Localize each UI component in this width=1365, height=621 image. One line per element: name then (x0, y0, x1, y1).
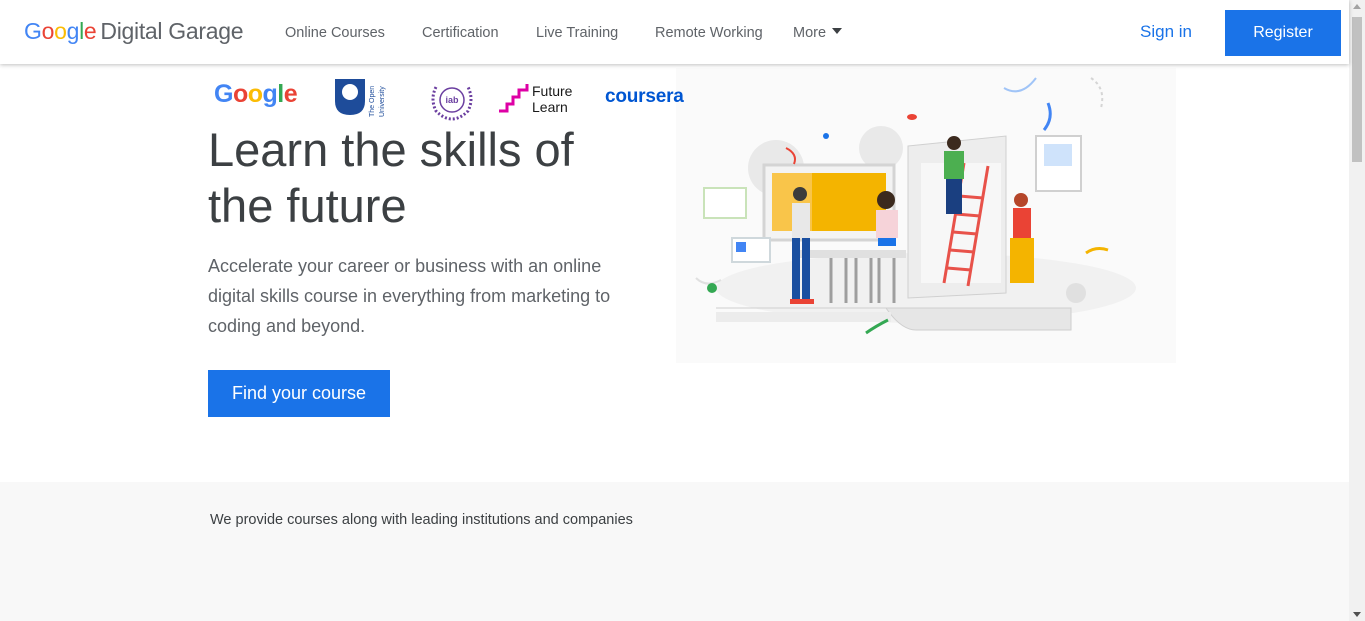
svg-text:Future: Future (532, 83, 573, 99)
coursera-logo: coursera (605, 86, 684, 107)
sign-in-link[interactable]: Sign in (1140, 22, 1192, 42)
futurelearn-logo: Future Learn (499, 83, 573, 115)
iab-logo: iab (431, 86, 473, 121)
nav-remote-working[interactable]: Remote Working (655, 25, 763, 41)
svg-text:Learn: Learn (532, 99, 568, 115)
nav-certification[interactable]: Certification (422, 25, 499, 41)
svg-text:The Open: The Open (369, 86, 376, 117)
find-your-course-button[interactable]: Find your course (208, 370, 390, 417)
svg-text:University: University (379, 86, 386, 117)
open-university-logo: The Open University (335, 79, 386, 117)
hero-title: Learn the skills of the future (208, 123, 574, 232)
top-navigation-bar: Google Digital Garage Online Courses Cert… (0, 0, 1349, 64)
scroll-up-arrow-icon[interactable] (1353, 4, 1361, 9)
scroll-down-arrow-icon[interactable] (1353, 612, 1361, 617)
svg-text:iab: iab (445, 95, 459, 105)
scrollbar-thumb[interactable] (1352, 17, 1362, 162)
nav-online-courses[interactable]: Online Courses (285, 25, 385, 41)
nav-live-training[interactable]: Live Training (536, 25, 618, 41)
google-logo: Google (214, 80, 298, 108)
register-button[interactable]: Register (1225, 10, 1341, 56)
page-scrollbar[interactable] (1349, 0, 1365, 621)
google-digital-garage-logo[interactable]: Google Digital Garage (24, 18, 244, 45)
logo-google-wordmark: Google (24, 18, 97, 44)
nav-more-dropdown[interactable]: More (793, 25, 843, 41)
caret-down-icon (832, 28, 843, 34)
logo-product-name: Digital Garage (100, 18, 244, 44)
hero-subtitle: Accelerate your career or business with … (208, 256, 611, 336)
nav-more-label: More (793, 25, 827, 41)
partners-intro: We provide courses along with leading in… (210, 512, 633, 528)
partners-section: We provide courses along with leading in… (0, 482, 1349, 621)
people-learning-illustration-icon (676, 68, 1176, 363)
